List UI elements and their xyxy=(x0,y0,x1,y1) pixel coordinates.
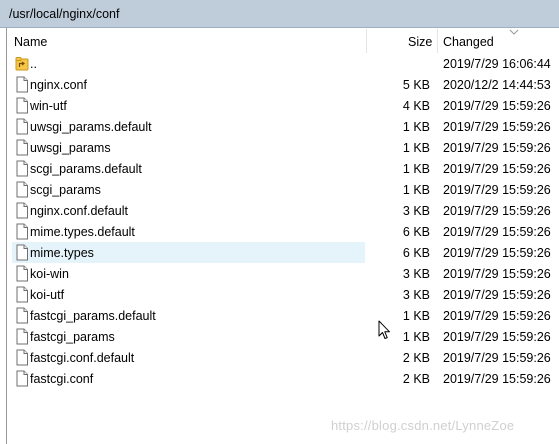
file-name: nginx.conf xyxy=(30,78,87,92)
file-name: win-utf xyxy=(30,99,67,113)
watermark-text: https://blog.csdn.net/LynneZoe xyxy=(331,418,515,433)
file-name: mime.types xyxy=(30,246,94,260)
file-panel: /usr/local/nginx/conf Name Size Changed … xyxy=(0,0,559,444)
file-changed-date: 2019/7/29 15:59:26 xyxy=(443,351,551,365)
file-name: .. xyxy=(30,57,37,71)
file-size: 1 KB xyxy=(402,120,430,134)
file-name: scgi_params xyxy=(30,183,101,197)
file-size: 2 KB xyxy=(402,351,430,365)
file-changed-date: 2019/7/29 15:59:26 xyxy=(443,183,551,197)
file-row[interactable]: mime.types 6 KB 2019/7/29 15:59:26 xyxy=(7,242,559,263)
file-icon xyxy=(16,160,28,177)
file-changed-date: 2019/7/29 15:59:26 xyxy=(443,162,551,176)
file-icon xyxy=(16,76,28,93)
file-changed-date: 2019/7/29 15:59:26 xyxy=(443,225,551,239)
file-size: 1 KB xyxy=(402,309,430,323)
file-changed-date: 2019/7/29 15:59:26 xyxy=(443,120,551,134)
file-icon xyxy=(16,370,28,387)
file-size: 1 KB xyxy=(402,162,430,176)
file-size: 6 KB xyxy=(402,225,430,239)
file-row[interactable]: mime.types.default 6 KB 2019/7/29 15:59:26 xyxy=(7,221,559,242)
file-row[interactable]: uwsgi_params 1 KB 2019/7/29 15:59:26 xyxy=(7,137,559,158)
file-row[interactable]: fastcgi.conf.default 2 KB 2019/7/29 15:59:… xyxy=(7,347,559,368)
column-separator[interactable] xyxy=(366,29,367,53)
file-size: 2 KB xyxy=(402,372,430,386)
file-name: mime.types.default xyxy=(30,225,135,239)
file-icon xyxy=(16,139,28,156)
column-header-name[interactable]: Name xyxy=(14,35,47,49)
file-size: 1 KB xyxy=(402,183,430,197)
file-changed-date: 2019/7/29 15:59:26 xyxy=(443,372,551,386)
file-name: uwsgi_params.default xyxy=(30,120,152,134)
parent-folder-icon xyxy=(15,57,29,71)
file-icon xyxy=(16,349,28,366)
file-row[interactable]: scgi_params.default 1 KB 2019/7/29 15:59:2… xyxy=(7,158,559,179)
file-row[interactable]: .. 2019/7/29 16:06:44 xyxy=(7,53,559,74)
file-icon xyxy=(16,223,28,240)
file-size: 3 KB xyxy=(402,204,430,218)
file-row[interactable]: nginx.conf 5 KB 2020/12/2 14:44:53 xyxy=(7,74,559,95)
current-path: /usr/local/nginx/conf xyxy=(9,7,120,21)
file-size: 3 KB xyxy=(402,288,430,302)
file-icon xyxy=(16,265,28,282)
file-changed-date: 2019/7/29 16:06:44 xyxy=(443,57,551,71)
file-icon xyxy=(16,118,28,135)
file-row[interactable]: win-utf 4 KB 2019/7/29 15:59:26 xyxy=(7,95,559,116)
file-name: uwsgi_params xyxy=(30,141,111,155)
file-row[interactable]: fastcgi.conf 2 KB 2019/7/29 15:59:26 xyxy=(7,368,559,389)
file-row[interactable]: koi-win 3 KB 2019/7/29 15:59:26 xyxy=(7,263,559,284)
column-separator[interactable] xyxy=(437,29,438,53)
file-row[interactable]: uwsgi_params.default 1 KB 2019/7/29 15:59:… xyxy=(7,116,559,137)
file-icon xyxy=(16,202,28,219)
file-changed-date: 2019/7/29 15:59:26 xyxy=(443,309,551,323)
file-name: fastcgi.conf xyxy=(30,372,94,386)
sort-descending-icon xyxy=(509,29,519,35)
file-name: koi-win xyxy=(30,267,69,281)
file-size: 5 KB xyxy=(402,78,430,92)
path-bar[interactable]: /usr/local/nginx/conf xyxy=(0,0,559,28)
file-icon xyxy=(16,97,28,114)
file-size: 6 KB xyxy=(402,246,430,260)
file-size: 1 KB xyxy=(402,141,430,155)
file-row[interactable]: fastcgi_params 1 KB 2019/7/29 15:59:26 xyxy=(7,326,559,347)
file-name: fastcgi_params xyxy=(30,330,115,344)
file-row[interactable]: scgi_params 1 KB 2019/7/29 15:59:26 xyxy=(7,179,559,200)
file-changed-date: 2020/12/2 14:44:53 xyxy=(443,78,551,92)
file-changed-date: 2019/7/29 15:59:26 xyxy=(443,246,551,260)
file-icon xyxy=(16,328,28,345)
file-size: 3 KB xyxy=(402,267,430,281)
file-size: 4 KB xyxy=(402,99,430,113)
column-header-size[interactable]: Size xyxy=(408,35,432,49)
file-row[interactable]: koi-utf 3 KB 2019/7/29 15:59:26 xyxy=(7,284,559,305)
file-name: koi-utf xyxy=(30,288,65,302)
column-header-row: Name Size Changed xyxy=(7,29,559,53)
file-icon xyxy=(16,181,28,198)
column-header-changed[interactable]: Changed xyxy=(443,35,494,49)
file-name: fastcgi.conf.default xyxy=(30,351,135,365)
file-changed-date: 2019/7/29 15:59:26 xyxy=(443,267,551,281)
file-name: fastcgi_params.default xyxy=(30,309,156,323)
file-changed-date: 2019/7/29 15:59:26 xyxy=(443,99,551,113)
file-name: nginx.conf.default xyxy=(30,204,128,218)
file-icon xyxy=(16,244,28,261)
file-icon xyxy=(16,286,28,303)
file-name: scgi_params.default xyxy=(30,162,142,176)
file-changed-date: 2019/7/29 15:59:26 xyxy=(443,288,551,302)
file-size: 1 KB xyxy=(402,330,430,344)
file-row[interactable]: fastcgi_params.default 1 KB 2019/7/29 15:5… xyxy=(7,305,559,326)
file-changed-date: 2019/7/29 15:59:26 xyxy=(443,141,551,155)
file-changed-date: 2019/7/29 15:59:26 xyxy=(443,204,551,218)
file-changed-date: 2019/7/29 15:59:26 xyxy=(443,330,551,344)
file-icon xyxy=(16,307,28,324)
mouse-cursor-icon xyxy=(378,320,390,339)
file-row[interactable]: nginx.conf.default 3 KB 2019/7/29 15:59:26 xyxy=(7,200,559,221)
